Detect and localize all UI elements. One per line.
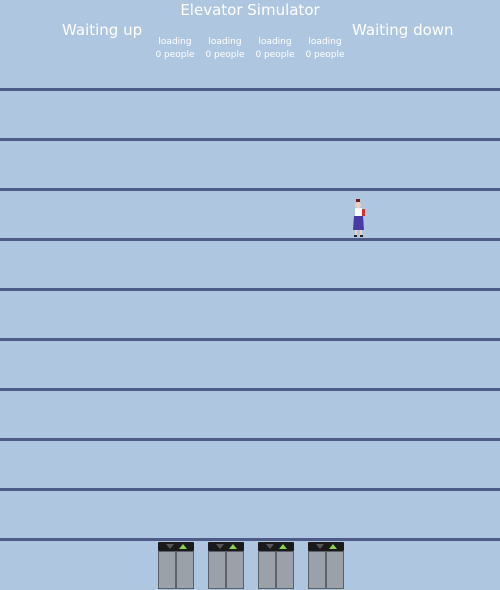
page-title: Elevator Simulator <box>180 1 320 19</box>
elevator-status-4: loading 0 people <box>300 36 350 62</box>
up-arrow-icon <box>229 544 237 549</box>
floor-line-5 <box>0 338 500 341</box>
elevator-indicator <box>158 542 194 551</box>
floor-line-2 <box>0 488 500 491</box>
elevator-doors <box>258 551 294 589</box>
elevator-car-2 <box>208 542 244 589</box>
left-door <box>209 552 226 588</box>
elevator-status-2: loading 0 people <box>200 36 250 62</box>
left-door <box>159 552 176 588</box>
elevator-indicator <box>258 542 294 551</box>
up-arrow-icon <box>329 544 337 549</box>
elevator-doors <box>208 551 244 589</box>
elevator-state-label: loading <box>258 37 292 47</box>
left-door <box>309 552 326 588</box>
down-arrow-icon <box>266 544 274 549</box>
elevator-status-1: loading 0 people <box>150 36 200 62</box>
waiting-up-label: Waiting up <box>62 21 143 39</box>
elevator-occupancy-label: 0 people <box>205 50 245 60</box>
elevator-occupancy-label: 0 people <box>155 50 195 60</box>
elevator-car-3 <box>258 542 294 589</box>
right-door <box>226 552 243 588</box>
down-arrow-icon <box>166 544 174 549</box>
floor-line-3 <box>0 438 500 441</box>
elevator-doors <box>308 551 344 589</box>
elevator-state-label: loading <box>158 37 192 47</box>
floor-line-4 <box>0 388 500 391</box>
waiting-down-label: Waiting down <box>352 21 454 39</box>
floor-line-1 <box>0 538 500 541</box>
right-door <box>176 552 193 588</box>
right-door <box>276 552 293 588</box>
down-arrow-icon <box>216 544 224 549</box>
elevator-status-3: loading 0 people <box>250 36 300 62</box>
elevator-doors <box>158 551 194 589</box>
floor-line-10 <box>0 88 500 91</box>
floor-line-6 <box>0 288 500 291</box>
floor-line-9 <box>0 138 500 141</box>
down-arrow-icon <box>316 544 324 549</box>
elevator-car-4 <box>308 542 344 589</box>
elevator-indicator <box>208 542 244 551</box>
up-arrow-icon <box>279 544 287 549</box>
floor-line-8 <box>0 188 500 191</box>
elevator-indicator <box>308 542 344 551</box>
left-door <box>259 552 276 588</box>
right-door <box>326 552 343 588</box>
elevator-state-label: loading <box>308 37 342 47</box>
elevator-occupancy-label: 0 people <box>305 50 345 60</box>
elevator-occupancy-label: 0 people <box>255 50 295 60</box>
up-arrow-icon <box>179 544 187 549</box>
elevator-state-label: loading <box>208 37 242 47</box>
elevator-car-1 <box>158 542 194 589</box>
person-figure <box>353 199 365 237</box>
floor-line-7 <box>0 238 500 241</box>
